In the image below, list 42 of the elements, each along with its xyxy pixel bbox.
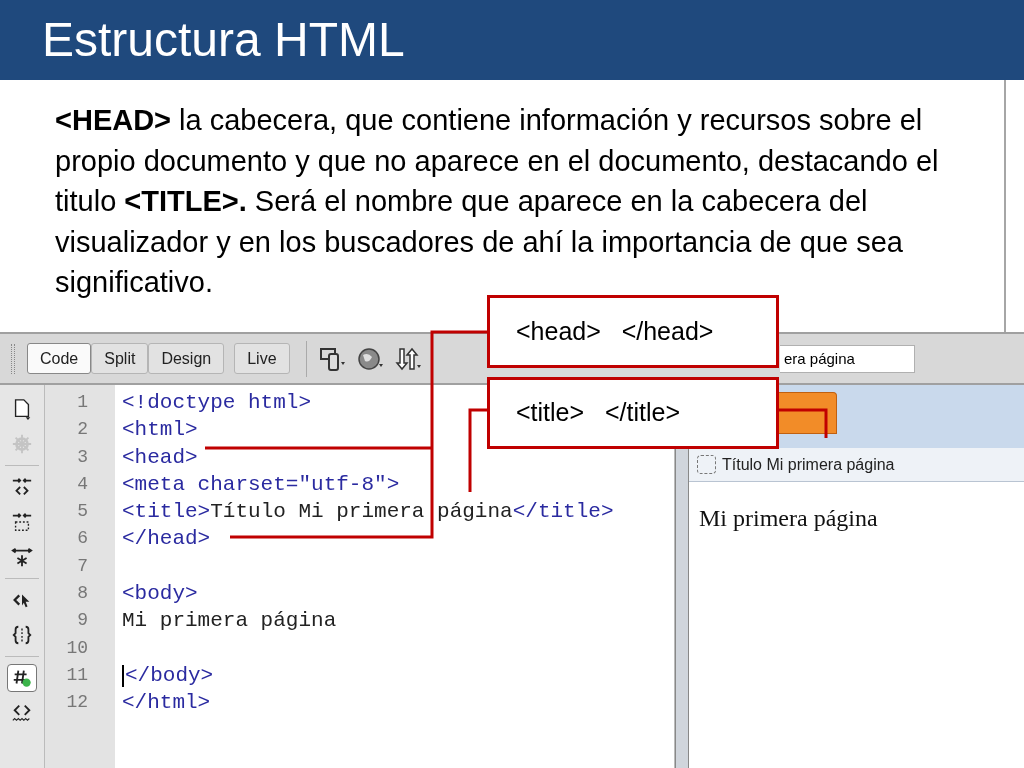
line-number: 8 <box>76 582 88 606</box>
code-line: <html> <box>122 417 198 444</box>
text-cursor <box>122 664 124 687</box>
browser-tab[interactable] <box>778 392 837 434</box>
devices-icon[interactable] <box>318 345 347 372</box>
code-line: </head> <box>122 526 211 553</box>
line-number: 2 <box>76 418 88 442</box>
code-line: <title>Título Mi primera página</title> <box>122 499 614 526</box>
code-line: <head> <box>122 444 198 471</box>
line-number: 9 <box>76 609 88 633</box>
page-tab[interactable]: Título Mi primera página <box>689 448 1024 482</box>
view-tab[interactable]: Design <box>148 343 225 374</box>
line-number: 12 <box>65 691 88 715</box>
title-field[interactable]: era página <box>780 344 915 373</box>
line-number: 7 <box>76 554 88 578</box>
view-tab[interactable]: Live <box>234 343 290 374</box>
view-tab[interactable]: Code <box>27 343 92 374</box>
line-number: 3 <box>76 445 88 469</box>
arrows-icon[interactable] <box>394 345 423 372</box>
line-number: 11 <box>65 663 88 687</box>
leader-line <box>778 408 828 438</box>
view-tab[interactable]: Split <box>91 343 149 374</box>
code-line: <meta charset="utf-8"> <box>122 471 400 498</box>
line-number: 1 <box>76 391 88 414</box>
slide-title: Estructura HTML <box>42 12 405 68</box>
code-line: </html> <box>122 690 211 717</box>
code-line: <body> <box>122 581 198 608</box>
grip-icon <box>11 343 15 374</box>
line-number: 6 <box>76 527 88 551</box>
code-line: Mi primera página <box>122 608 337 635</box>
code-line: <!doctype html> <box>122 390 312 416</box>
hash-icon[interactable] <box>7 664 37 692</box>
globe-icon[interactable] <box>356 345 385 372</box>
callout-box: <head> </head> <box>487 295 779 368</box>
line-number: 4 <box>76 472 88 496</box>
callout-box: <title> </title> <box>487 377 779 449</box>
code-line: </body> <box>125 662 214 689</box>
line-number: 5 <box>76 500 88 524</box>
page-text: Mi primera página <box>698 504 879 533</box>
line-number: 10 <box>65 636 88 660</box>
page-title: Título Mi primera página <box>722 454 895 475</box>
page-icon <box>697 455 716 474</box>
